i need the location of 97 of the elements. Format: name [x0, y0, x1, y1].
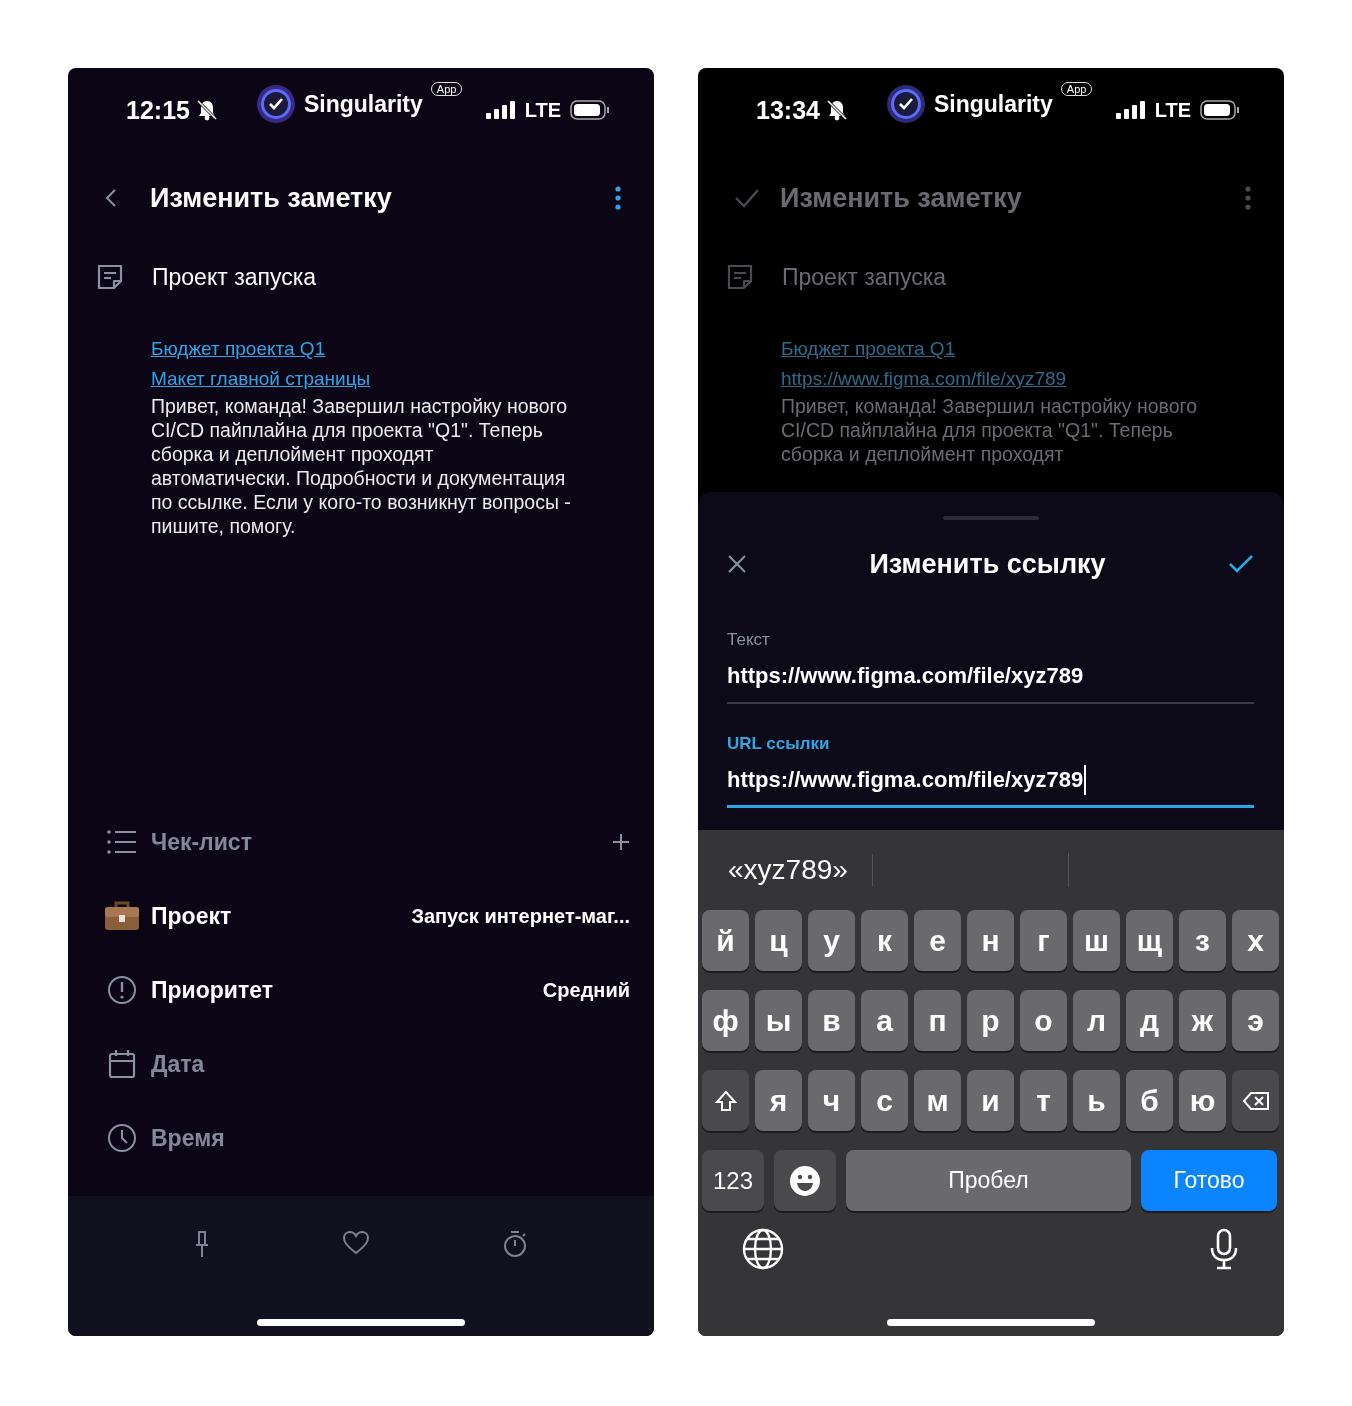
- note-icon: [96, 263, 124, 291]
- calendar-icon: [107, 1049, 136, 1079]
- letter-key[interactable]: з: [1179, 910, 1226, 971]
- pin-icon[interactable]: [194, 1230, 210, 1258]
- backspace-key[interactable]: [1232, 1070, 1279, 1131]
- numbers-key[interactable]: 123: [702, 1150, 764, 1211]
- property-value[interactable]: Запуск интернет-маг...: [411, 904, 630, 928]
- letter-key[interactable]: ь: [1073, 1070, 1120, 1131]
- bell-slash-icon: [195, 99, 218, 121]
- app-logo-icon: [255, 84, 296, 124]
- space-key[interactable]: Пробел: [846, 1150, 1131, 1211]
- property-label[interactable]: Время: [151, 1124, 225, 1152]
- letter-key[interactable]: б: [1126, 1070, 1173, 1131]
- letter-key[interactable]: ы: [755, 990, 802, 1051]
- more-icon[interactable]: [614, 185, 622, 211]
- checklist-icon: [106, 830, 137, 854]
- letter-key[interactable]: о: [1020, 990, 1067, 1051]
- letter-key[interactable]: в: [808, 990, 855, 1051]
- letter-key[interactable]: п: [914, 990, 961, 1051]
- letter-key[interactable]: х: [1232, 910, 1279, 971]
- letter-key[interactable]: г: [1020, 910, 1067, 971]
- letter-key[interactable]: э: [1232, 990, 1279, 1051]
- letter-key[interactable]: ф: [702, 990, 749, 1051]
- letter-key[interactable]: т: [1020, 1070, 1067, 1131]
- letter-key[interactable]: ч: [808, 1070, 855, 1131]
- app-name: Singularity: [933, 90, 1053, 118]
- letter-key[interactable]: а: [861, 990, 908, 1051]
- word-suggestion[interactable]: «xyz789»: [702, 854, 873, 886]
- plus-icon[interactable]: [612, 833, 630, 851]
- note-link[interactable]: Бюджет проекта Q1: [151, 338, 326, 360]
- text-field[interactable]: https://www.figma.com/file/xyz789: [727, 754, 1254, 808]
- property-label[interactable]: Приоритет: [151, 976, 273, 1004]
- network-type: LTE: [1154, 98, 1191, 122]
- status-time: 12:15: [126, 95, 190, 125]
- field-label: Текст: [727, 630, 771, 650]
- drag-handle[interactable]: [942, 516, 1039, 520]
- property-value[interactable]: Средний: [542, 978, 630, 1002]
- field-label: URL ссылки: [727, 734, 831, 754]
- letter-key[interactable]: я: [755, 1070, 802, 1131]
- heart-icon[interactable]: [342, 1230, 370, 1256]
- note-link[interactable]: https://www.figma.com/file/xyz789: [781, 368, 1067, 390]
- signal-icon: [1115, 101, 1146, 119]
- screen-title: Изменить заметку: [780, 182, 1022, 214]
- letter-key[interactable]: н: [967, 910, 1014, 971]
- sheet-title: Изменить ссылку: [869, 548, 1106, 580]
- note-title: Проект запуска: [782, 263, 947, 291]
- smiley-icon: [789, 1164, 821, 1197]
- letter-key[interactable]: ю: [1179, 1070, 1226, 1131]
- text-cursor: [1084, 764, 1087, 795]
- text-field[interactable]: https://www.figma.com/file/xyz789: [727, 650, 1254, 704]
- done-key[interactable]: Готово: [1141, 1150, 1277, 1211]
- letter-key[interactable]: е: [914, 910, 961, 971]
- exclamation-icon: [106, 975, 137, 1005]
- property-label[interactable]: Чек-лист: [151, 828, 252, 856]
- note-link[interactable]: Макет главной страницы: [151, 368, 371, 390]
- letter-key[interactable]: к: [861, 910, 908, 971]
- stopwatch-icon[interactable]: [502, 1230, 528, 1258]
- screen-title: Изменить заметку: [150, 182, 392, 214]
- letter-key[interactable]: ц: [755, 910, 802, 971]
- shift-key[interactable]: [702, 1070, 749, 1131]
- letter-key[interactable]: с: [861, 1070, 908, 1131]
- close-icon[interactable]: [727, 554, 747, 574]
- letter-key[interactable]: ш: [1073, 910, 1120, 971]
- briefcase-icon: [103, 901, 140, 931]
- app-logo-icon: [885, 84, 926, 124]
- confirm-check-icon[interactable]: [1228, 554, 1254, 574]
- battery-icon: [570, 99, 610, 121]
- letter-key[interactable]: у: [808, 910, 855, 971]
- bell-slash-icon: [825, 99, 848, 121]
- letter-key[interactable]: ж: [1179, 990, 1226, 1051]
- note-link[interactable]: Бюджет проекта Q1: [781, 338, 956, 360]
- battery-icon: [1200, 99, 1240, 121]
- emoji-key[interactable]: [774, 1150, 836, 1211]
- microphone-icon[interactable]: [1208, 1228, 1240, 1270]
- network-type: LTE: [524, 98, 561, 122]
- note-text: Привет, команда! Завершил настройку нового CI/CD пайплайна для проекта "Q1". Теперь сборка и деплоймент проходят автоматически. Подробности и документация по ссылке. Если у кого-то возникнут вопросы - пишите, помогу.: [150, 394, 572, 538]
- letter-key[interactable]: й: [702, 910, 749, 971]
- letter-key[interactable]: и: [967, 1070, 1014, 1131]
- letter-key[interactable]: д: [1126, 990, 1173, 1051]
- clock-icon: [106, 1123, 137, 1153]
- back-icon[interactable]: [104, 187, 118, 209]
- note-text: Привет, команда! Завершил настройку нового CI/CD пайплайна для проекта "Q1". Теперь сборка и деплоймент проходят: [780, 394, 1199, 466]
- letter-key[interactable]: м: [914, 1070, 961, 1131]
- backspace-icon: [1241, 1090, 1270, 1111]
- letter-key[interactable]: л: [1073, 990, 1120, 1051]
- letter-key[interactable]: р: [967, 990, 1014, 1051]
- property-label[interactable]: Проект: [151, 902, 232, 930]
- letter-key[interactable]: щ: [1126, 910, 1173, 971]
- status-time: 13:34: [756, 95, 820, 125]
- shift-icon: [713, 1088, 738, 1113]
- note-icon: [726, 263, 754, 291]
- check-icon[interactable]: [734, 187, 760, 209]
- app-name: Singularity: [303, 90, 423, 118]
- property-label[interactable]: Дата: [151, 1050, 205, 1078]
- globe-icon[interactable]: [742, 1228, 784, 1270]
- signal-icon: [485, 101, 516, 119]
- note-title: Проект запуска: [152, 263, 317, 291]
